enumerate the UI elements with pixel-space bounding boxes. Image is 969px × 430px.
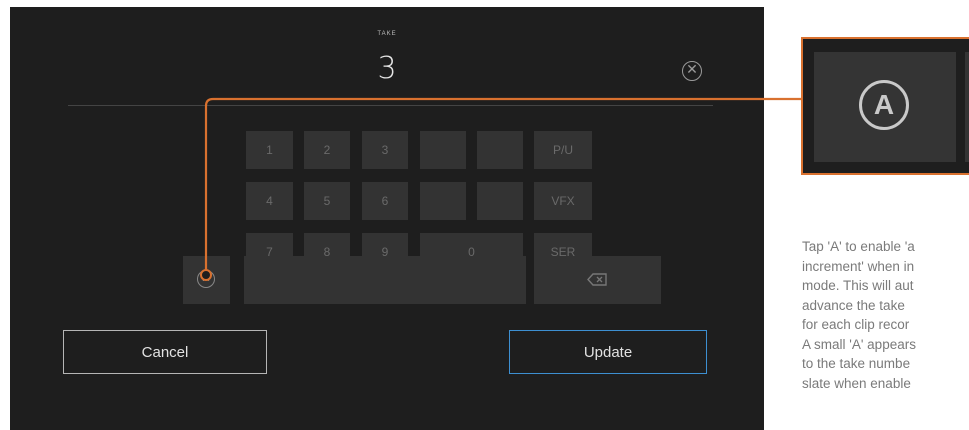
zoomed-auto-button: A [814, 52, 956, 162]
zoom-callout-box: A [801, 37, 969, 175]
callout-line: for each clip recor [802, 317, 910, 332]
callout-description: Tap 'A' to enable 'a increment' when in … [802, 237, 969, 393]
callout-line: increment' when in [802, 258, 915, 274]
callout-line: mode. This will aut [802, 278, 914, 293]
callout-line: to the take numbe [802, 356, 911, 371]
callout-line: advance the take [802, 297, 905, 313]
zoomed-auto-a-icon: A [859, 80, 909, 130]
callout-line: slate when enable [802, 375, 911, 391]
callout-line: Tap 'A' to enable 'a [802, 239, 915, 254]
callout-line: A small 'A' appears [802, 336, 916, 352]
zoomed-adjacent-key [965, 52, 969, 162]
